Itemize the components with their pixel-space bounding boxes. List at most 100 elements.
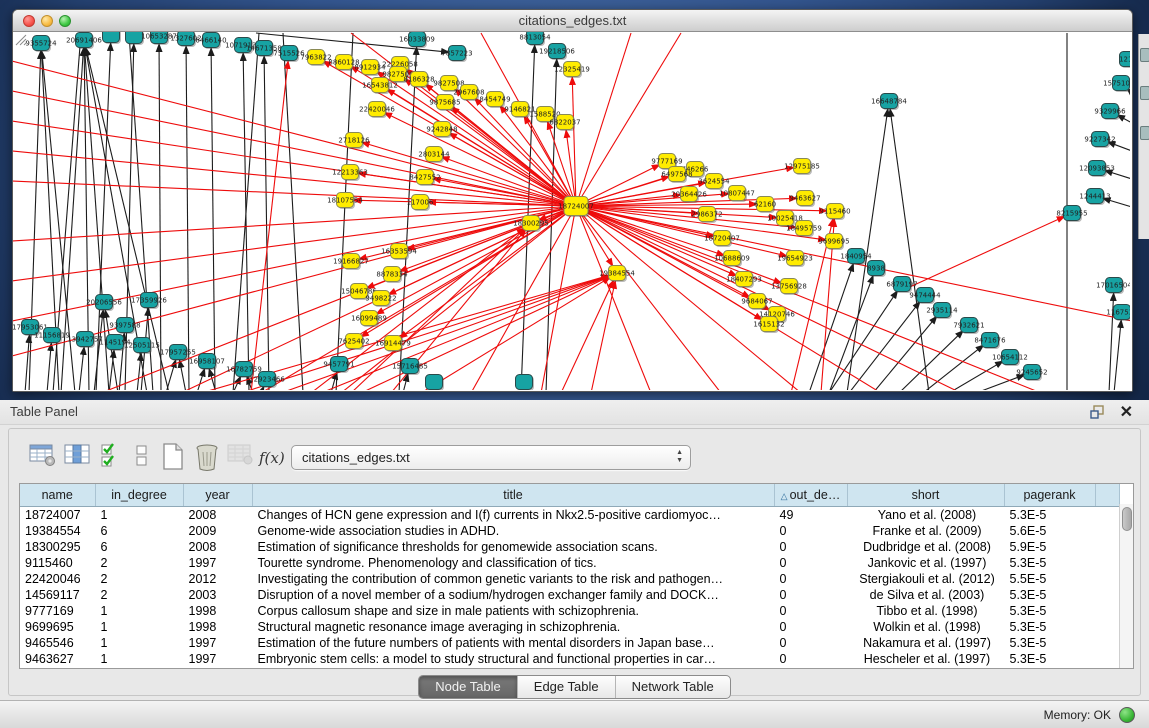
table-cell[interactable]: 0 [774,651,847,667]
table-cell[interactable]: Disruption of a novel member of a sodium… [252,587,774,603]
table-cell[interactable]: 19384554 [20,523,95,539]
graph-node[interactable] [426,375,445,391]
graph-node[interactable]: 7932621 [953,318,984,335]
table-cell[interactable]: 2008 [183,507,252,524]
graph-node[interactable]: 16914479 [375,336,411,353]
network-window-titlebar[interactable]: citations_edges.txt [13,10,1132,32]
table-cell[interactable]: 14569117 [20,587,95,603]
table-row[interactable]: 969969511998Structural magnetic resonanc… [20,619,1120,635]
graph-node[interactable]: 7625402 [338,334,369,351]
graph-node[interactable]: 16033809 [399,32,435,48]
graph-node[interactable]: 1211 [1119,52,1130,69]
table-cell[interactable]: 0 [774,539,847,555]
graph-node[interactable]: 117006 [407,195,434,212]
table-cell[interactable]: Jankovic et al. (1997) [847,555,1004,571]
table-cell[interactable]: 49 [774,507,847,524]
table-cell[interactable]: 0 [774,523,847,539]
close-panel-icon[interactable]: ✕ [1120,402,1133,422]
table-scrollbar-thumb[interactable] [1122,507,1132,531]
graph-node[interactable]: 9463627 [789,191,820,208]
graph-node[interactable]: 8938 [867,261,886,278]
graph-node[interactable] [103,32,122,44]
delete-column-icon[interactable] [194,443,220,473]
table-cell[interactable]: 2 [95,555,183,571]
table-cell[interactable]: 0 [774,603,847,619]
network-canvas[interactable]: 1872400779638228860128891293422226058982… [13,32,1132,391]
table-cell[interactable]: 6 [95,539,183,555]
table-cell[interactable]: 5.3E-5 [1004,507,1095,524]
table-cell[interactable]: 1998 [183,603,252,619]
table-cell[interactable]: 1997 [183,635,252,651]
table-cell[interactable]: Yano et al. (2008) [847,507,1004,524]
graph-node[interactable]: 19218506 [539,44,575,61]
column-header-name[interactable]: name [20,484,95,507]
table-cell[interactable]: 0 [774,635,847,651]
table-cell[interactable]: Hescheler et al. (1997) [847,651,1004,667]
table-cell[interactable]: 9115460 [20,555,95,571]
column-header-pagerank[interactable]: pagerank [1004,484,1095,507]
table-cell[interactable]: 5.3E-5 [1004,603,1095,619]
delete-table-icon[interactable] [227,443,254,473]
table-cell[interactable]: Embryonic stem cells: a model to study s… [252,651,774,667]
table-row[interactable]: 946362711997Embryonic stem cells: a mode… [20,651,1120,667]
table-cell[interactable]: Tourette syndrome. Phenomenology and cla… [252,555,774,571]
graph-node[interactable]: 8471676 [974,333,1006,350]
table-cell[interactable]: Structural magnetic resonance image aver… [252,619,774,635]
memory-ok-indicator[interactable] [1119,707,1135,723]
graph-node[interactable]: 15716485 [392,359,428,376]
graph-node[interactable]: 7857223 [441,46,472,63]
table-cell[interactable]: Wolkin et al. (1998) [847,619,1004,635]
table-row[interactable]: 1456911722003Disruption of a novel membe… [20,587,1120,603]
graph-node[interactable]: 10654112 [992,350,1028,367]
table-cell[interactable]: Genome-wide association studies in ADHD. [252,523,774,539]
resize-grip-icon[interactable] [13,32,27,46]
table-cell[interactable]: Dudbridge et al. (2008) [847,539,1004,555]
table-cell[interactable]: Stergiakouli et al. (2012) [847,571,1004,587]
graph-node[interactable]: 8813054 [519,32,551,46]
column-header-year[interactable]: year [183,484,252,507]
table-cell[interactable]: Franke et al. (2009) [847,523,1004,539]
graph-node[interactable] [516,375,535,391]
graph-node[interactable]: 2935114 [926,303,958,320]
graph-node[interactable]: 18720407 [704,231,740,248]
table-cell[interactable]: Estimation of significance thresholds fo… [252,539,774,555]
graph-node[interactable]: 1244413 [1079,189,1110,206]
table-cell[interactable]: 1 [95,635,183,651]
table-cell[interactable]: 2 [95,587,183,603]
table-cell[interactable]: 5.6E-5 [1004,523,1095,539]
table-cell[interactable]: 0 [774,555,847,571]
graph-node[interactable]: 9474444 [909,288,941,305]
table-cell[interactable]: 2008 [183,539,252,555]
column-header-in_degree[interactable]: in_degree [95,484,183,507]
column-header-out_de[interactable]: △out_de… [774,484,847,507]
table-cell[interactable]: 9465546 [20,635,95,651]
graph-node[interactable]: 16648784 [871,94,907,111]
graph-node[interactable]: 12975185 [784,159,820,176]
table-cell[interactable]: 9463627 [20,651,95,667]
table-cell[interactable]: 6 [95,523,183,539]
float-panel-icon[interactable] [1090,405,1105,419]
graph-node[interactable]: 19384554 [599,266,635,283]
graph-node[interactable]: 12213363 [332,165,368,182]
graph-node[interactable]: 19654923 [777,251,813,268]
select-rows-icon[interactable] [101,443,126,473]
table-cell[interactable]: 22420046 [20,571,95,587]
select-columns-icon[interactable] [64,443,91,473]
table-cell[interactable]: 0 [774,571,847,587]
graph-node[interactable]: 9115460 [819,204,850,221]
graph-node[interactable]: 9227342 [1084,132,1115,149]
table-cell[interactable]: 9699695 [20,619,95,635]
tab-node-table[interactable]: Node Table [419,676,517,698]
table-row[interactable]: 2242004622012Investigating the contribut… [20,571,1120,587]
table-cell[interactable]: 1 [95,603,183,619]
table-cell[interactable]: de Silva et al. (2003) [847,587,1004,603]
tab-edge-table[interactable]: Edge Table [517,676,615,698]
table-cell[interactable]: 18724007 [20,507,95,524]
table-row[interactable]: 1830029562008Estimation of significance … [20,539,1120,555]
table-cell[interactable]: Investigating the contribution of common… [252,571,774,587]
table-scrollbar[interactable] [1119,504,1133,668]
table-panel-header[interactable]: Table Panel ✕ [0,400,1149,425]
table-cell[interactable]: 5.3E-5 [1004,651,1095,667]
table-cell[interactable]: 5.9E-5 [1004,539,1095,555]
table-cell[interactable]: Nakamura et al. (1997) [847,635,1004,651]
